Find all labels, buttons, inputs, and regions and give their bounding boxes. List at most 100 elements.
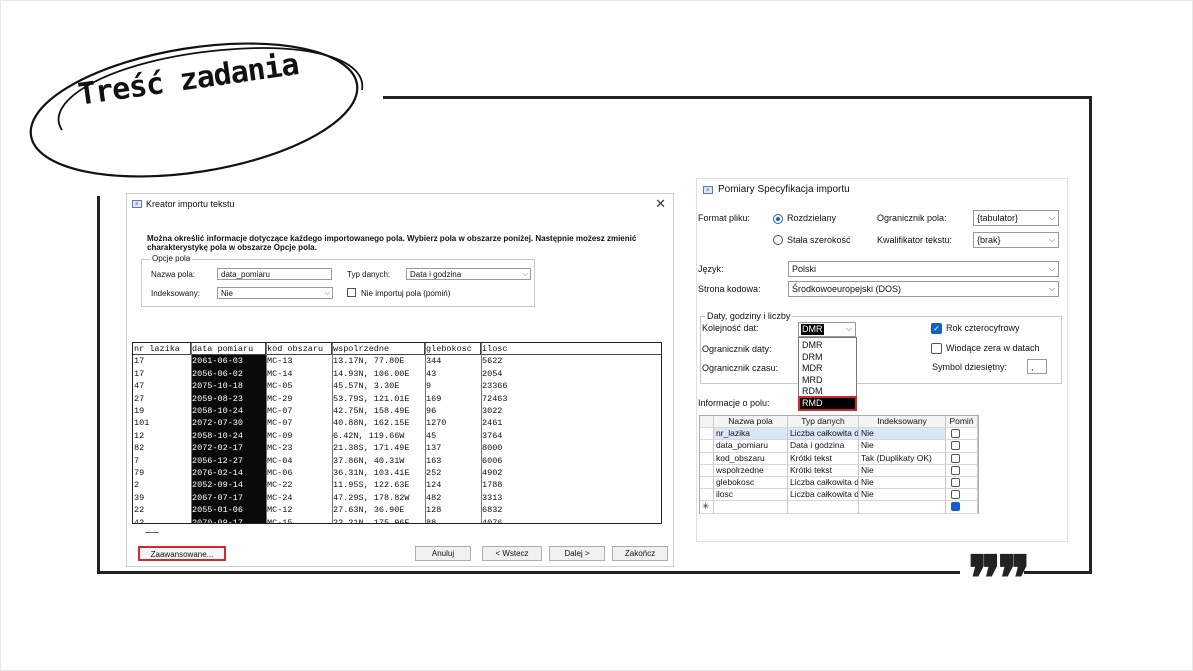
new-row-icon[interactable]: ✳ xyxy=(700,501,714,514)
preview-row: 42 2070-09-17 MC-15 22.21N, 175.96E 88 4076 xyxy=(133,516,661,523)
date-order-select[interactable]: DMR ⌵ xyxy=(798,322,856,337)
advanced-button[interactable]: Zaawansowane... xyxy=(138,546,226,561)
skip-checkbox[interactable] xyxy=(951,490,960,500)
field-info-cell[interactable]: Nie xyxy=(859,440,946,453)
field-info-cell[interactable]: Tak (Duplikaty OK) xyxy=(859,452,946,465)
field-delimiter-select[interactable]: {tabulator} ⌵ xyxy=(973,210,1059,226)
preview-cell: 9 xyxy=(426,381,432,392)
horizontal-scrollbar[interactable] xyxy=(145,532,159,533)
indexed-select[interactable]: Nie ⌵ xyxy=(217,287,333,299)
next-button[interactable]: Dalej > xyxy=(549,546,605,561)
preview-cell: 23366 xyxy=(482,381,508,392)
preview-column-header[interactable]: nr lazika xyxy=(133,343,191,356)
preview-cell: 2058-10-24 xyxy=(191,405,266,418)
field-info-cell[interactable]: Liczba całkowita d xyxy=(788,428,859,441)
field-info-cell[interactable]: data_pomiaru xyxy=(714,440,788,453)
field-info-cell[interactable] xyxy=(859,501,946,514)
date-order-option[interactable]: RDM xyxy=(802,386,823,397)
field-info-row[interactable]: kod_obszaru Krótki tekst Tak (Duplikaty OK… xyxy=(700,452,980,465)
skip-cell xyxy=(946,489,978,502)
field-name-input[interactable]: data_pomiaru xyxy=(217,268,332,280)
preview-header-row: nr lazika data pomiaru kod obszaru wspolrze… xyxy=(133,343,661,356)
field-info-row[interactable]: glebokosc Liczba całkowita d Nie xyxy=(700,477,980,490)
preview-column-header[interactable]: data pomiaru xyxy=(191,343,266,356)
field-info-row[interactable]: wspolrzedne Krótki tekst Nie xyxy=(700,464,980,477)
title-oval xyxy=(29,42,364,178)
skip-checkbox[interactable] xyxy=(951,502,960,512)
field-info-cell[interactable]: glebokosc xyxy=(714,477,788,490)
field-info-cell[interactable] xyxy=(714,501,788,514)
field-info-cell[interactable]: Liczba całkowita d xyxy=(788,489,859,502)
skip-checkbox[interactable] xyxy=(951,429,960,439)
field-info-row[interactable]: nr_lazika Liczba całkowita d Nie xyxy=(700,428,980,441)
date-order-dropdown-list[interactable]: DMR DRM MDR MRD RDM RMD xyxy=(798,337,857,411)
preview-column-header[interactable]: wspolrzedne xyxy=(332,343,425,356)
language-select[interactable]: Polski ⌵ xyxy=(788,261,1059,277)
field-info-cell[interactable]: ilosc xyxy=(714,489,788,502)
field-info-cell[interactable]: Nie xyxy=(859,428,946,441)
skip-checkbox[interactable] xyxy=(951,465,960,475)
field-info-cell[interactable]: nr_lazika xyxy=(714,428,788,441)
text-qualifier-select[interactable]: {brak} ⌵ xyxy=(973,232,1059,248)
row-selector[interactable] xyxy=(700,440,714,453)
preview-cell: 3764 xyxy=(482,430,503,441)
field-info-cell[interactable]: wspolrzedne xyxy=(714,464,788,477)
field-info-cell[interactable]: Data i godzina xyxy=(788,440,859,453)
preview-column-header[interactable]: glebokosc xyxy=(425,343,481,356)
delimited-radio[interactable] xyxy=(773,214,783,224)
preview-column-header[interactable]: ilosc xyxy=(481,343,661,356)
preview-cell: MC-04 xyxy=(267,455,293,466)
preview-cell: 1270 xyxy=(426,418,447,429)
field-info-cell[interactable]: Nie xyxy=(859,477,946,490)
date-order-option[interactable]: DMR xyxy=(802,340,823,351)
skip-checkbox[interactable] xyxy=(951,441,960,451)
preview-row: 39 2067-07-17 MC-24 47.29S, 178.82W 482 3313 xyxy=(133,491,661,505)
row-selector[interactable] xyxy=(700,452,714,465)
date-order-option[interactable]: RMD xyxy=(798,395,857,411)
back-button[interactable]: < Wstecz xyxy=(482,546,542,561)
field-info-cell[interactable]: kod_obszaru xyxy=(714,452,788,465)
field-info-cell[interactable]: Krótki tekst xyxy=(788,452,859,465)
preview-cell: MC-14 xyxy=(267,368,293,379)
field-info-row[interactable]: ilosc Liczba całkowita d Nie xyxy=(700,489,980,502)
preview-column-header[interactable]: kod obszaru xyxy=(266,343,332,356)
fixed-width-radio[interactable] xyxy=(773,235,783,245)
preview-cell: 2059-08-23 xyxy=(191,392,266,405)
skip-cell xyxy=(946,428,978,441)
date-order-option[interactable]: MDR xyxy=(802,363,823,374)
four-digit-years-label: Rok czterocyfrowy xyxy=(946,323,1020,333)
field-info-row[interactable]: data_pomiaru Data i godzina Nie xyxy=(700,440,980,453)
field-info-cell[interactable]: Nie xyxy=(859,489,946,502)
field-info-cell[interactable] xyxy=(788,501,859,514)
close-icon[interactable]: ✕ xyxy=(655,196,666,212)
field-info-cell[interactable]: Krótki tekst xyxy=(788,464,859,477)
column-divider[interactable] xyxy=(191,343,192,523)
finish-button[interactable]: Zakończ xyxy=(612,546,668,561)
column-divider[interactable] xyxy=(481,343,482,523)
preview-cell: 36.31N, 103.41E xyxy=(333,468,410,478)
preview-data-grid[interactable]: nr lazika data pomiaru kod obszaru wspolrze… xyxy=(132,342,662,524)
leading-zeros-checkbox[interactable] xyxy=(931,343,942,354)
field-info-cell[interactable]: Nie xyxy=(859,464,946,477)
row-selector[interactable] xyxy=(700,464,714,477)
data-type-select[interactable]: Data i godzina ⌵ xyxy=(406,268,531,280)
skip-field-checkbox[interactable] xyxy=(347,288,356,297)
preview-cell: 3313 xyxy=(482,492,503,503)
date-order-option[interactable]: MRD xyxy=(802,375,823,386)
field-info-cell[interactable]: Liczba całkowita d xyxy=(788,477,859,490)
skip-checkbox[interactable] xyxy=(951,453,960,463)
decimal-symbol-input[interactable]: , xyxy=(1027,359,1047,374)
row-selector[interactable] xyxy=(700,477,714,490)
column-divider[interactable] xyxy=(425,343,426,523)
column-divider[interactable] xyxy=(266,343,267,523)
four-digit-years-checkbox[interactable]: ✓ xyxy=(931,323,942,334)
skip-checkbox[interactable] xyxy=(951,478,960,487)
new-record-row[interactable]: ✳ xyxy=(700,501,980,514)
column-divider[interactable] xyxy=(332,343,333,523)
date-order-option[interactable]: DRM xyxy=(802,352,823,363)
code-page-select[interactable]: Środkowoeuropejski (DOS) ⌵ xyxy=(788,281,1059,297)
row-selector[interactable] xyxy=(700,428,714,441)
cancel-button[interactable]: Anuluj xyxy=(415,546,471,561)
field-info-grid[interactable]: Nazwa pola Typ danych Indeksowany Pomiń nr_l… xyxy=(699,415,979,514)
row-selector[interactable] xyxy=(700,489,714,502)
